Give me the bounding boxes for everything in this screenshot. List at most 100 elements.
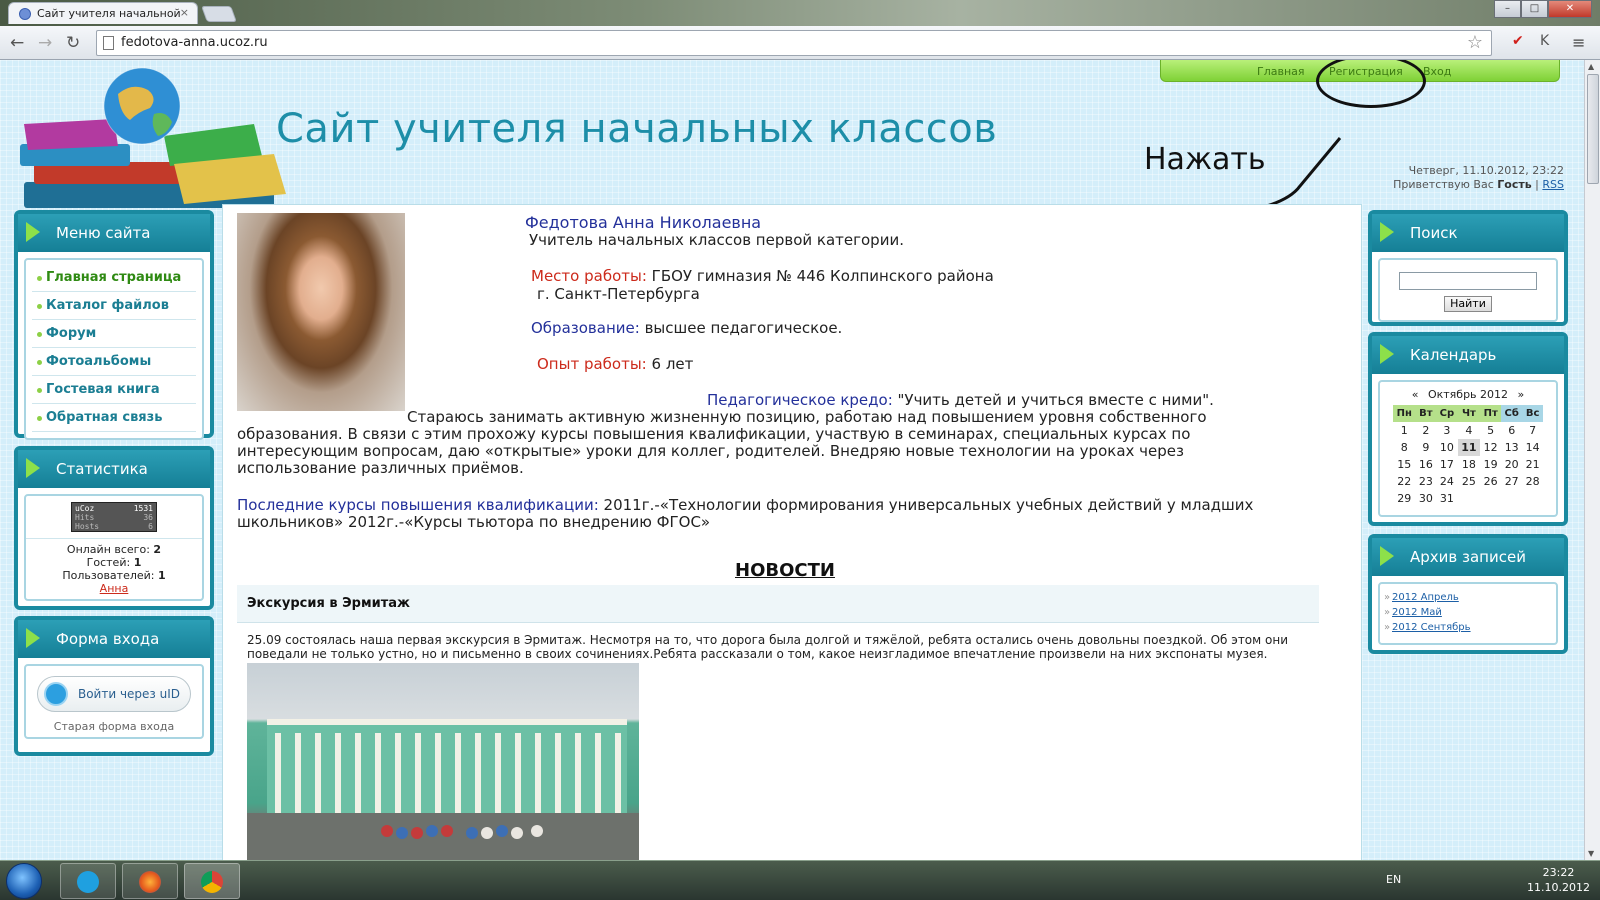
calendar-day[interactable]: 26 — [1480, 473, 1501, 490]
calendar-day[interactable]: 27 — [1501, 473, 1522, 490]
calendar-day[interactable]: 15 — [1393, 456, 1416, 473]
archive-link[interactable]: 2012 Май — [1380, 605, 1556, 620]
search-block: Поиск Найти — [1368, 210, 1568, 326]
calendar-day[interactable]: 31 — [1436, 490, 1457, 507]
taskbar-chrome[interactable] — [184, 863, 240, 899]
calendar-day[interactable]: 23 — [1416, 473, 1437, 490]
statistics-block: Статистика uCoz 1531 Hits 36 Hosts 6 Онлайн… — [14, 446, 214, 610]
calendar-day[interactable]: 6 — [1501, 422, 1522, 439]
calendar-day[interactable]: 14 — [1522, 439, 1543, 456]
windows-taskbar: EN 23:22 11.10.2012 — [0, 860, 1600, 900]
calendar-day[interactable]: 19 — [1480, 456, 1501, 473]
calendar-day[interactable]: 3 — [1436, 422, 1457, 439]
calendar-day[interactable]: 20 — [1501, 456, 1522, 473]
rss-link[interactable]: RSS — [1542, 178, 1564, 191]
calendar-day[interactable]: 22 — [1393, 473, 1416, 490]
news-item-title[interactable]: Экскурсия в Эрмитаж — [237, 585, 1319, 623]
counter-value: 1531 — [133, 504, 153, 513]
tab-close-icon[interactable]: × — [180, 6, 189, 19]
nav-login-link[interactable]: Вход — [1423, 65, 1451, 78]
archive-link[interactable]: 2012 Сентябрь — [1380, 620, 1556, 635]
calendar-day[interactable]: 2 — [1416, 422, 1437, 439]
calendar-next-link[interactable]: » — [1518, 388, 1525, 401]
calendar-day[interactable]: 10 — [1436, 439, 1457, 456]
menu-files[interactable]: Каталог файлов — [32, 292, 196, 320]
annotation-text: Нажать — [1144, 142, 1266, 177]
menu-home[interactable]: Главная страница — [32, 264, 196, 292]
calendar-title: Календарь — [1372, 336, 1564, 374]
search-input[interactable] — [1399, 272, 1537, 290]
taskbar-firefox[interactable] — [122, 863, 178, 899]
search-button[interactable]: Найти — [1444, 296, 1492, 312]
calendar-week: 29 30 31 — [1393, 490, 1543, 507]
browser-tab[interactable]: Сайт учителя начальной × — [8, 2, 198, 24]
calendar-day[interactable]: 9 — [1416, 439, 1437, 456]
calendar-day[interactable]: 21 — [1522, 456, 1543, 473]
site-favicon-icon — [19, 8, 31, 20]
work-label: Место работы: — [531, 267, 647, 285]
maximize-button[interactable]: □ — [1521, 0, 1548, 18]
uid-login-button[interactable]: Войти через uID — [37, 676, 191, 712]
calendar-day[interactable]: 16 — [1416, 456, 1437, 473]
minimize-button[interactable]: – — [1494, 0, 1521, 18]
menu-forum[interactable]: Форум — [32, 320, 196, 348]
uid-login-label: Войти через uID — [77, 687, 181, 701]
calendar-day[interactable]: 29 — [1393, 490, 1416, 507]
online-user-link[interactable]: Анна — [26, 582, 202, 595]
ucoz-counter[interactable]: uCoz 1531 Hits 36 Hosts 6 — [71, 502, 157, 532]
start-button-icon[interactable] — [6, 863, 42, 899]
experience-row: Опыт работы: 6 лет — [537, 355, 693, 373]
credo-label: Педагогическое кредо: — [707, 391, 893, 409]
vertical-scrollbar[interactable]: ▲ ▼ — [1584, 60, 1600, 860]
back-icon[interactable]: ← — [10, 33, 24, 53]
calendar-week: 8 9 10 11 12 13 14 — [1393, 439, 1543, 456]
calendar-day[interactable]: 5 — [1480, 422, 1501, 439]
calendar-day[interactable]: 4 — [1458, 422, 1481, 439]
archive-link[interactable]: 2012 Апрель — [1380, 590, 1556, 605]
calendar-day[interactable]: 1 — [1393, 422, 1416, 439]
menu-photos[interactable]: Фотоальбомы — [32, 348, 196, 376]
extension-icon[interactable]: ✔ — [1512, 33, 1524, 49]
reload-icon[interactable]: ↻ — [66, 33, 80, 53]
calendar-day[interactable]: 24 — [1436, 473, 1457, 490]
menu-guestbook[interactable]: Гостевая книга — [32, 376, 196, 404]
scrollbar-thumb[interactable] — [1587, 74, 1599, 184]
calendar-day-today[interactable]: 11 — [1457, 439, 1481, 456]
menu-feedback[interactable]: Обратная связь — [32, 404, 196, 432]
teacher-photo — [237, 213, 405, 411]
new-tab-button[interactable] — [201, 6, 237, 22]
calendar-day[interactable]: 12 — [1480, 439, 1501, 456]
calendar-day[interactable]: 30 — [1416, 490, 1437, 507]
counter-hosts-value: 6 — [148, 522, 153, 531]
close-window-button[interactable]: ✕ — [1548, 0, 1592, 18]
scroll-down-icon[interactable]: ▼ — [1588, 849, 1594, 858]
teacher-role: Учитель начальных классов первой категор… — [529, 231, 904, 249]
credo-value: "Учить детей и учиться вместе с ними". — [897, 391, 1214, 409]
bookmark-star-icon[interactable]: ☆ — [1467, 32, 1483, 53]
browser-toolbar: ← → ↻ fedotova-anna.ucoz.ru ☆ ✔ K ≡ — [0, 26, 1600, 60]
news-item-text: 25.09 состоялась наша первая экскурсия в… — [247, 633, 1289, 661]
taskbar-skype[interactable] — [60, 863, 116, 899]
site-menu-list: Главная страница Каталог файлов Форум Фо… — [24, 258, 204, 440]
calendar-day[interactable]: 7 — [1522, 422, 1543, 439]
nav-home-link[interactable]: Главная — [1257, 65, 1305, 78]
calendar-day[interactable]: 8 — [1393, 439, 1416, 456]
calendar-day[interactable]: 28 — [1522, 473, 1543, 490]
address-bar[interactable]: fedotova-anna.ucoz.ru ☆ — [96, 30, 1492, 56]
menu-wrench-icon[interactable]: ≡ — [1572, 33, 1585, 52]
forward-icon[interactable]: → — [38, 33, 52, 53]
extension-k-icon[interactable]: K — [1540, 33, 1549, 49]
archive-title: Архив записей — [1372, 538, 1564, 576]
calendar-day[interactable]: 25 — [1458, 473, 1481, 490]
work-value: ГБОУ гимназия № 446 Колпинского района — [651, 267, 994, 285]
calendar-day[interactable]: 13 — [1501, 439, 1522, 456]
calendar-day[interactable]: 18 — [1458, 456, 1481, 473]
courses-paragraph: Последние курсы повышения квалификации: … — [237, 497, 1317, 531]
calendar-day[interactable]: 17 — [1436, 456, 1457, 473]
old-login-form-link[interactable]: Старая форма входа — [26, 720, 202, 733]
scroll-up-icon[interactable]: ▲ — [1588, 62, 1594, 71]
paragraph-rest: образования. В связи с этим прохожу курс… — [237, 425, 1191, 477]
calendar-prev-link[interactable]: « — [1412, 388, 1419, 401]
language-indicator[interactable]: EN — [1386, 873, 1401, 886]
system-clock[interactable]: 23:22 11.10.2012 — [1527, 865, 1590, 895]
